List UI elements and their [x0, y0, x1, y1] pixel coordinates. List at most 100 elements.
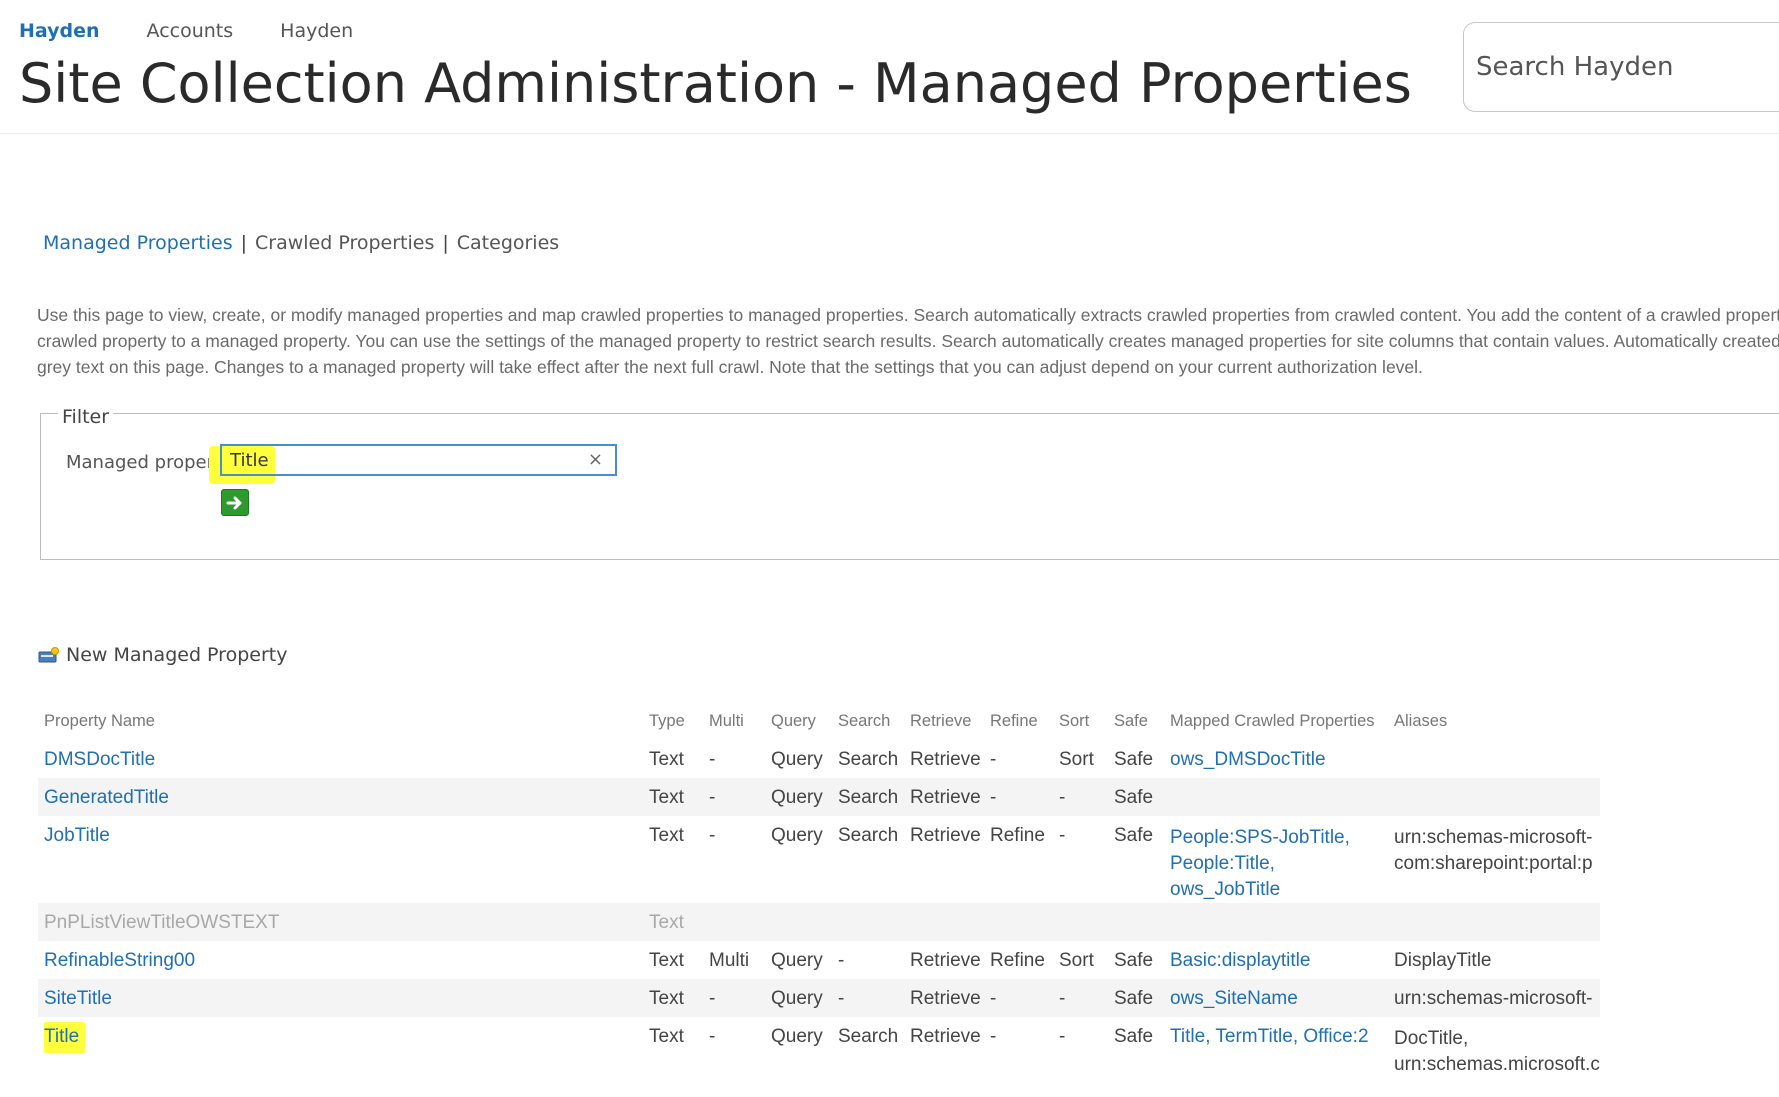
cell-retrieve: Retrieve [910, 988, 981, 1009]
property-name-link[interactable]: RefinableString00 [44, 950, 195, 971]
cell-refine: Refine [990, 825, 1045, 846]
description-line: grey text on this page. Changes to a man… [37, 357, 1423, 377]
cell-safe [1108, 903, 1164, 941]
cell-safe: Safe [1114, 825, 1154, 846]
cell-query: Query [771, 749, 823, 770]
column-header[interactable]: Sort [1053, 702, 1108, 740]
mapped-crawled-property-link[interactable]: People:SPS-JobTitle, [1170, 827, 1350, 848]
alias-text: DisplayTitle [1394, 950, 1492, 971]
table-row: SiteTitle Text - Query - Retrieve - - Sa… [38, 979, 1600, 1017]
property-name-link[interactable]: Title [44, 1022, 86, 1053]
column-header[interactable]: Mapped Crawled Properties [1164, 702, 1388, 740]
property-name-link[interactable]: JobTitle [44, 825, 110, 846]
cell-retrieve: Retrieve [910, 1026, 981, 1047]
column-header[interactable]: Multi [703, 702, 765, 740]
cell-safe: Safe [1114, 988, 1154, 1009]
topnav-item-hayden-2[interactable]: Hayden [280, 20, 353, 42]
description-line: crawled property to a managed property. … [37, 331, 1779, 351]
mapped-crawled-property-link[interactable]: People:Title, [1170, 853, 1275, 874]
property-name-link[interactable]: SiteTitle [44, 988, 112, 1009]
cell-retrieve: Retrieve [910, 787, 981, 808]
cell-mapped: People:SPS-JobTitle, People:Title, ows_J… [1164, 816, 1388, 903]
column-header[interactable]: Query [765, 702, 832, 740]
new-managed-property-label: New Managed Property [66, 644, 288, 666]
subnav-managed-properties[interactable]: Managed Properties [43, 232, 233, 254]
cell-type: Text [649, 749, 684, 770]
cell-sort [1053, 903, 1108, 941]
cell-search: Search [838, 825, 899, 846]
site-search-input[interactable] [1474, 51, 1778, 83]
cell-multi: - [709, 1026, 716, 1047]
managed-property-input[interactable] [228, 449, 572, 472]
property-name-link[interactable]: GeneratedTitle [44, 787, 169, 808]
topnav-item-hayden[interactable]: Hayden [19, 20, 100, 42]
column-header[interactable]: Aliases [1388, 702, 1600, 740]
cell-multi: - [709, 825, 716, 846]
new-managed-property-link[interactable]: New Managed Property [38, 644, 287, 666]
cell-sort: - [1059, 988, 1066, 1009]
filter-go-button[interactable] [221, 489, 249, 516]
property-name-text[interactable]: PnPListViewTitleOWSTEXT [38, 903, 643, 941]
filter-group [40, 413, 1779, 560]
cell-search: - [838, 950, 845, 971]
page-description: Use this page to view, create, or modify… [37, 302, 1779, 380]
mapped-crawled-property-link[interactable]: ows_JobTitle [1170, 879, 1280, 900]
cell-search: Search [838, 749, 899, 770]
cell-refine: Refine [990, 950, 1045, 971]
cell-refine [984, 903, 1053, 941]
managed-property-label: Managed property [66, 452, 232, 473]
table-row: PnPListViewTitleOWSTEXT Text [38, 903, 1600, 941]
arrow-right-icon [226, 496, 242, 509]
alias-text: DocTitle, [1394, 1028, 1469, 1049]
cell-sort: - [1059, 825, 1066, 846]
column-header[interactable]: Property Name [38, 702, 643, 740]
column-header[interactable]: Retrieve [904, 702, 984, 740]
managed-property-field[interactable]: × [220, 444, 617, 476]
alias-text: com:sharepoint:portal:p [1394, 853, 1593, 874]
subnav-crawled-properties[interactable]: Crawled Properties [255, 232, 434, 254]
cell-safe: Safe [1114, 749, 1154, 770]
subnav-categories[interactable]: Categories [457, 232, 559, 254]
cell-safe: Safe [1114, 950, 1154, 971]
mapped-crawled-property-link[interactable]: Basic:displaytitle [1170, 950, 1310, 971]
cell-search [832, 903, 904, 941]
cell-multi: - [709, 787, 716, 808]
cell-refine: - [990, 787, 997, 808]
cell-mapped [1164, 778, 1388, 816]
table-row: Title Text - Query Search Retrieve - - S… [38, 1017, 1600, 1079]
filter-legend: Filter [58, 406, 114, 428]
column-header[interactable]: Search [832, 702, 904, 740]
description-line: Use this page to view, create, or modify… [37, 305, 1779, 325]
page-title: Site Collection Administration - Managed… [19, 52, 1412, 115]
property-name-link[interactable]: DMSDocTitle [44, 749, 155, 770]
cell-type: Text [649, 825, 684, 846]
cell-safe: Safe [1114, 787, 1154, 808]
table-row: RefinableString00 Text Multi Query - Ret… [38, 941, 1600, 979]
site-search-box[interactable] [1463, 22, 1779, 112]
cell-query [765, 903, 832, 941]
cell-query: Query [771, 825, 823, 846]
mapped-crawled-property-link[interactable]: TermTitle, [1215, 1026, 1298, 1047]
topnav-item-accounts[interactable]: Accounts [147, 20, 234, 42]
cell-query: Query [771, 988, 823, 1009]
table-row: GeneratedTitle Text - Query Search Retri… [38, 778, 1600, 816]
alias-text: urn:schemas.microsoft.c [1394, 1054, 1600, 1075]
cell-mapped [1164, 903, 1388, 941]
cell-retrieve: Retrieve [910, 825, 981, 846]
cell-query: Query [771, 950, 823, 971]
mapped-crawled-property-link[interactable]: Office:2 [1303, 1026, 1368, 1047]
cell-safe: Safe [1114, 1026, 1154, 1047]
cell-type: Text [649, 912, 684, 933]
cell-type: Text [649, 988, 684, 1009]
mapped-crawled-property-link[interactable]: ows_DMSDocTitle [1170, 749, 1326, 770]
column-header[interactable]: Safe [1108, 702, 1164, 740]
mapped-crawled-property-link[interactable]: ows_SiteName [1170, 988, 1298, 1009]
clear-icon[interactable]: × [588, 449, 603, 470]
cell-multi [703, 903, 765, 941]
cell-aliases [1388, 903, 1600, 941]
cell-type: Text [649, 787, 684, 808]
column-header[interactable]: Refine [984, 702, 1053, 740]
mapped-crawled-property-link[interactable]: Title, [1170, 1026, 1210, 1047]
column-header[interactable]: Type [643, 702, 703, 740]
subnav-separator: | [240, 232, 247, 254]
